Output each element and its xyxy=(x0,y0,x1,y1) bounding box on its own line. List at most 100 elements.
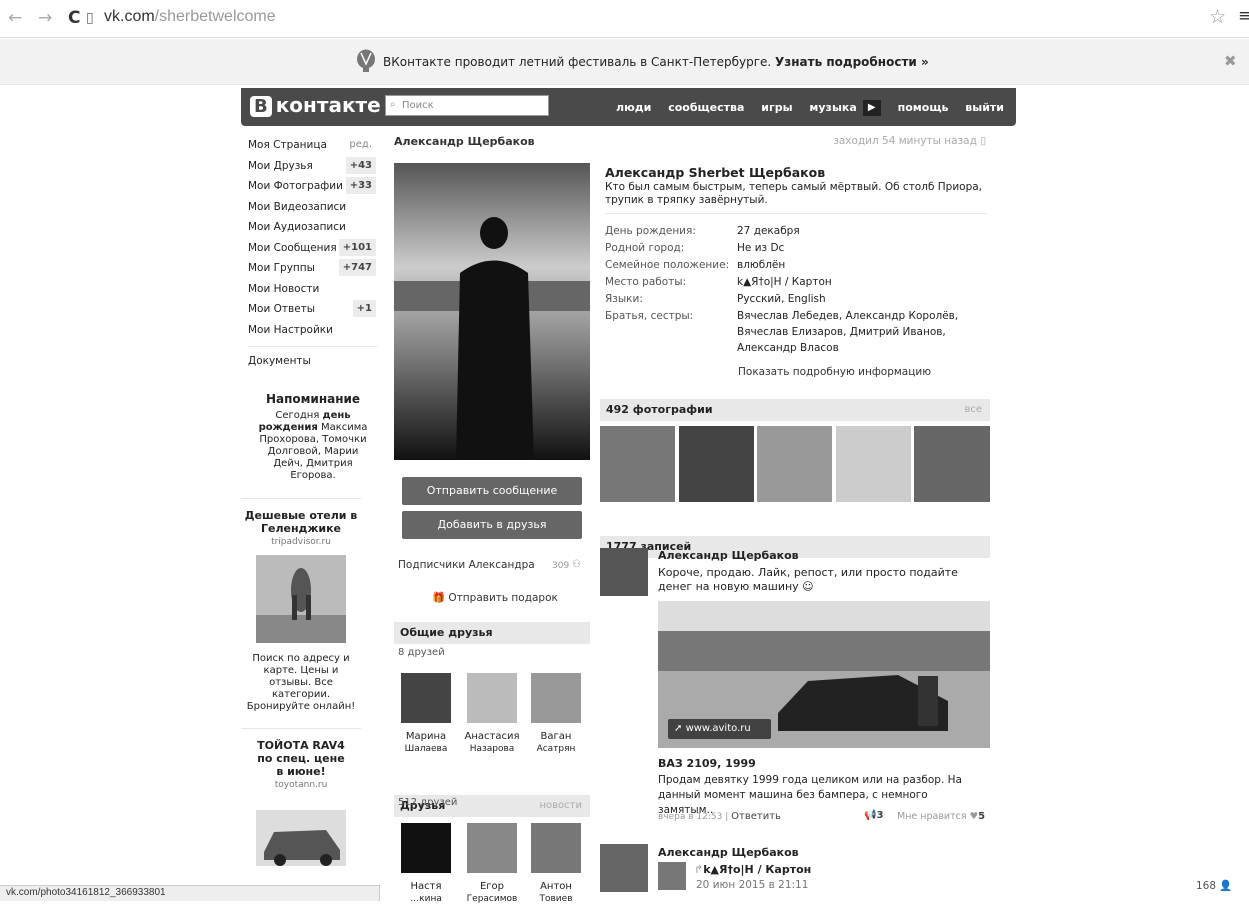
friend[interactable]: Егор Герасимов xyxy=(462,823,522,905)
ad-image[interactable] xyxy=(256,810,346,866)
count-badge: +747 xyxy=(338,259,376,276)
ad-block-2[interactable]: ТОЙОТА RAV4 по спец. цене в июне! toyota… xyxy=(241,728,361,866)
post-author[interactable]: Александр Щербаков xyxy=(658,549,799,562)
subscribers-link[interactable]: Подписчики Александра xyxy=(398,559,535,571)
menu-answers[interactable]: Мои Ответы +1 xyxy=(248,299,378,320)
bookmark-star-icon[interactable]: ☆ xyxy=(1209,6,1226,28)
profile-avatar[interactable] xyxy=(394,163,590,460)
info-value: Русский, English xyxy=(737,293,826,305)
post-footer: вчера в 12:53 | Ответить xyxy=(658,811,781,822)
reply-link[interactable]: Ответить xyxy=(731,811,781,822)
ad-text[interactable]: Поиск по адресу и карте. Цены и отзывы. … xyxy=(241,653,361,713)
post-author[interactable]: Александр Щербаков xyxy=(658,846,799,859)
profile-left-column: Александр Щербаков Отправить сообщение Д… xyxy=(394,133,590,904)
photo-thumb[interactable] xyxy=(914,426,990,502)
info-value-link[interactable]: 27 декабря xyxy=(737,223,987,239)
menu-photos[interactable]: Мои Фотографии +33 xyxy=(248,176,378,197)
reminder-text[interactable]: Сегодня день рождения Максима Прохорова,… xyxy=(248,410,378,482)
menu-documents[interactable]: Документы xyxy=(248,351,378,372)
photo-thumb[interactable] xyxy=(836,426,911,502)
repost-button[interactable]: 📢3 xyxy=(864,810,883,821)
page-icon: ▯ xyxy=(86,10,94,26)
left-menu: Моя Страница ред. Мои Друзья +43 Мои Фотог… xyxy=(248,135,378,482)
address-field[interactable]: vk.com/sherbetwelcome xyxy=(104,8,276,26)
common-friends-header[interactable]: Общие друзья xyxy=(394,622,590,644)
menu-messages[interactable]: Мои Сообщения +101 xyxy=(248,238,378,259)
nav-help[interactable]: помощь xyxy=(898,101,949,114)
search-input[interactable]: ⌕ Поиск xyxy=(385,95,549,116)
browser-status-bar: vk.com/photo34161812_366933801 xyxy=(0,885,380,901)
festival-banner: ВКонтакте проводит летний фестиваль в Са… xyxy=(0,39,1249,85)
ad-image[interactable] xyxy=(256,555,346,643)
repost-icon: ↱ xyxy=(694,863,704,876)
send-message-button[interactable]: Отправить сообщение xyxy=(402,477,582,505)
show-more-info-link[interactable]: Показать подробную информацию xyxy=(738,366,931,378)
post-author-avatar[interactable] xyxy=(600,548,648,596)
repost-source-name[interactable]: ↱k▲Я†o|H / Картон xyxy=(694,863,811,876)
menu-icon[interactable]: ≡ xyxy=(1238,6,1249,26)
repost-date[interactable]: 20 июн 2015 в 21:11 xyxy=(696,879,808,891)
friend[interactable]: Антон Товиев xyxy=(526,823,586,905)
friends-news-link[interactable]: новости xyxy=(540,795,583,817)
photo-thumb[interactable] xyxy=(600,426,675,502)
heart-icon: ♥ xyxy=(969,811,979,822)
attachment-title[interactable]: ВАЗ 2109, 1999 xyxy=(658,757,756,770)
nav-music[interactable]: музыка xyxy=(809,101,856,114)
menu-settings[interactable]: Мои Настройки xyxy=(248,320,378,341)
post-time[interactable]: вчера в 12:53 xyxy=(658,812,722,822)
photo-thumb[interactable] xyxy=(757,426,832,502)
menu-videos[interactable]: Мои Видеозаписи xyxy=(248,197,378,218)
send-gift-link[interactable]: 🎁 Отправить подарок xyxy=(432,591,558,604)
info-value-link[interactable]: Вячеслав Лебедев, Александр Королёв, Вяч… xyxy=(737,308,987,356)
photo-thumb[interactable] xyxy=(679,426,754,502)
reload-icon[interactable]: C xyxy=(68,8,80,28)
count-badge: +101 xyxy=(338,238,376,256)
friend[interactable]: Настя …кина xyxy=(396,823,456,905)
post-author-avatar[interactable] xyxy=(600,844,648,892)
info-languages: Языки: Русский, English xyxy=(600,291,990,308)
reminder-title: Напоминание xyxy=(265,391,361,406)
photos-header[interactable]: 492 фотографии все xyxy=(600,399,990,421)
close-icon[interactable]: ✖ xyxy=(1224,52,1237,70)
nav-games[interactable]: игры xyxy=(761,101,792,114)
like-button[interactable]: Мне нравится ♥5 xyxy=(897,811,985,822)
menu-friends[interactable]: Мои Друзья +43 xyxy=(248,156,378,177)
add-friend-button[interactable]: Добавить в друзья xyxy=(402,511,582,539)
menu-audios[interactable]: Мои Аудиозаписи xyxy=(248,217,378,238)
nav-communities[interactable]: сообщества xyxy=(668,101,744,114)
edit-link[interactable]: ред. xyxy=(349,135,372,155)
ad-title[interactable]: ТОЙОТА RAV4 по спец. цене в июне! xyxy=(256,739,346,778)
common-friend[interactable]: Анастасия Назарова xyxy=(462,673,522,755)
common-friend[interactable]: Ваган Асатрян xyxy=(526,673,586,755)
count-badge: +33 xyxy=(345,177,376,194)
nav-people[interactable]: люди xyxy=(616,101,651,114)
nav-logout[interactable]: выйти xyxy=(965,101,1004,114)
back-icon[interactable]: ← xyxy=(8,8,22,28)
menu-news[interactable]: Мои Новости xyxy=(248,279,378,300)
ad-host: tripadvisor.ru xyxy=(271,537,331,547)
info-value-link[interactable]: влюблён xyxy=(737,257,987,273)
person-icon: 👤 xyxy=(1219,880,1233,892)
play-icon[interactable]: ▶ xyxy=(862,100,881,116)
common-friend[interactable]: Марина Шалаева xyxy=(396,673,456,755)
avito-link[interactable]: ➚ www.avito.ru xyxy=(668,719,771,739)
gift-icon: 🎁 xyxy=(432,592,446,604)
ad-host: toyotann.ru xyxy=(274,780,328,790)
forward-icon[interactable]: → xyxy=(38,8,52,28)
photos-all-link[interactable]: все xyxy=(964,399,982,421)
count-badge: +1 xyxy=(352,300,376,317)
ad-block-1[interactable]: Дешевые отели в Геленджике tripadvisor.r… xyxy=(241,498,361,713)
repost-source-avatar[interactable] xyxy=(658,862,686,890)
online-friends-counter[interactable]: 168 👤 xyxy=(1196,879,1232,892)
info-value-link[interactable]: k▲Я†o|H / Картон xyxy=(737,274,987,290)
profile-status[interactable]: Кто был самым быстрым, теперь самый мёрт… xyxy=(605,181,987,207)
people-icon: ⚇ xyxy=(572,559,581,570)
info-value-link[interactable]: Не из Dc xyxy=(737,240,987,256)
vk-logo[interactable]: Вконтакте xyxy=(250,93,381,117)
subscribers-count: 309 xyxy=(552,561,570,571)
menu-my-page[interactable]: Моя Страница ред. xyxy=(248,135,378,156)
phone-icon: ▯ xyxy=(980,135,986,147)
ad-title[interactable]: Дешевые отели в Геленджике xyxy=(241,509,361,535)
banner-link[interactable]: Узнать подробности » xyxy=(775,55,929,69)
menu-groups[interactable]: Мои Группы +747 xyxy=(248,258,378,279)
